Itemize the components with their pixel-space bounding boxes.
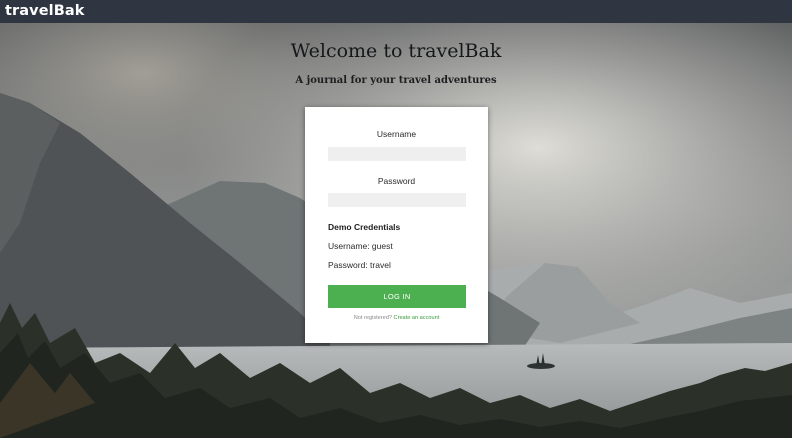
password-label: Password xyxy=(377,176,416,186)
brand-logo[interactable]: travelBak xyxy=(5,2,85,20)
register-prompt-line: Not registered? Create an account xyxy=(305,315,488,321)
password-input[interactable] xyxy=(328,193,466,207)
create-account-link[interactable]: Create an account xyxy=(394,315,440,321)
username-input[interactable] xyxy=(328,147,466,161)
username-label: Username xyxy=(376,129,417,139)
page-title: Welcome to travelBak xyxy=(290,40,502,62)
login-button[interactable]: LOG IN xyxy=(328,285,466,308)
login-card: Username Password Demo Credentials Usern… xyxy=(305,107,488,343)
demo-password-text: Password: travel xyxy=(328,260,391,270)
demo-username-text: Username: guest xyxy=(328,241,393,251)
demo-credentials-title: Demo Credentials xyxy=(328,222,401,232)
top-navbar: travelBak xyxy=(0,0,792,23)
register-prompt-text: Not registered? xyxy=(353,315,392,321)
page-subtitle: A journal for your travel adventures xyxy=(295,75,497,86)
